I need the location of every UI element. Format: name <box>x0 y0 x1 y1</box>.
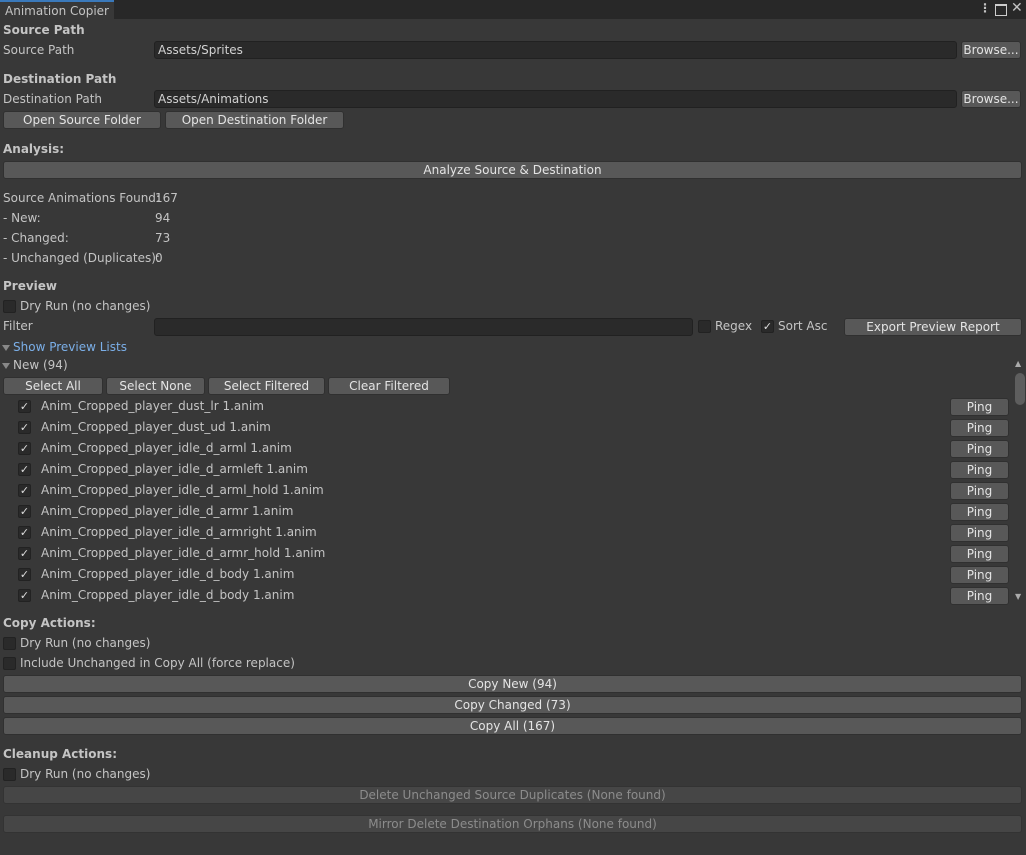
item-checkbox[interactable]: ✓ <box>18 505 31 518</box>
scrollbar-thumb[interactable] <box>1015 373 1025 405</box>
copy-dry-run-checkbox[interactable] <box>3 637 16 650</box>
ping-button[interactable]: Ping <box>950 440 1009 458</box>
stat-value: 73 <box>155 231 170 245</box>
foldout-arrow-icon[interactable] <box>2 363 10 369</box>
list-item: Anim_Cropped_player_idle_d_arml_hold 1.a… <box>41 483 324 497</box>
copy-actions-header: Copy Actions: <box>3 616 96 630</box>
stat-label: - Changed: <box>3 231 69 245</box>
source-path-input[interactable]: Assets/Sprites <box>154 41 957 59</box>
item-checkbox[interactable]: ✓ <box>18 589 31 602</box>
list-item: Anim_Cropped_player_idle_d_body 1.anim <box>41 588 294 602</box>
regex-label: Regex <box>715 319 752 333</box>
preview-header: Preview <box>3 279 57 293</box>
item-checkbox[interactable]: ✓ <box>18 547 31 560</box>
select-filtered-button[interactable]: Select Filtered <box>208 377 325 395</box>
show-preview-lists-foldout[interactable]: Show Preview Lists <box>13 340 127 354</box>
stat-label: - Unchanged (Duplicates): <box>3 251 160 265</box>
export-preview-report-button[interactable]: Export Preview Report <box>844 318 1022 336</box>
item-checkbox[interactable]: ✓ <box>18 568 31 581</box>
mirror-delete-orphans-button[interactable]: Mirror Delete Destination Orphans (None … <box>3 815 1022 833</box>
maximize-icon[interactable] <box>995 4 1007 16</box>
list-item: Anim_Cropped_player_idle_d_arml 1.anim <box>41 441 292 455</box>
item-checkbox[interactable]: ✓ <box>18 484 31 497</box>
item-checkbox[interactable]: ✓ <box>18 421 31 434</box>
destination-path-label: Destination Path <box>3 92 102 106</box>
new-group-foldout[interactable]: New (94) <box>13 358 68 372</box>
include-unchanged-label: Include Unchanged in Copy All (force rep… <box>20 656 295 670</box>
ping-button[interactable]: Ping <box>950 461 1009 479</box>
filter-input[interactable] <box>154 318 693 336</box>
item-checkbox[interactable]: ✓ <box>18 526 31 539</box>
open-destination-folder-button[interactable]: Open Destination Folder <box>165 111 344 129</box>
tab-bar <box>0 0 1026 19</box>
window-tab[interactable]: Animation Copier <box>0 0 114 19</box>
list-item: Anim_Cropped_player_dust_lr 1.anim <box>41 399 264 413</box>
copy-changed-button[interactable]: Copy Changed (73) <box>3 696 1022 714</box>
list-item: Anim_Cropped_player_idle_d_armr_hold 1.a… <box>41 546 325 560</box>
analyze-button[interactable]: Analyze Source & Destination <box>3 161 1022 179</box>
preview-dry-run-checkbox[interactable] <box>3 300 16 313</box>
kebab-icon[interactable]: ⋮ <box>979 1 991 15</box>
list-item: Anim_Cropped_player_idle_d_armleft 1.ani… <box>41 462 308 476</box>
stat-label: - New: <box>3 211 41 225</box>
stat-label: Source Animations Found: <box>3 191 160 205</box>
destination-path-header: Destination Path <box>3 72 116 86</box>
ping-button[interactable]: Ping <box>950 587 1009 605</box>
ping-button[interactable]: Ping <box>950 482 1009 500</box>
ping-button[interactable]: Ping <box>950 503 1009 521</box>
sort-asc-checkbox[interactable]: ✓ <box>761 320 774 333</box>
cleanup-actions-header: Cleanup Actions: <box>3 747 117 761</box>
destination-path-input[interactable]: Assets/Animations <box>154 90 957 108</box>
select-none-button[interactable]: Select None <box>106 377 205 395</box>
source-browse-button[interactable]: Browse... <box>961 41 1021 59</box>
clear-filtered-button[interactable]: Clear Filtered <box>328 377 450 395</box>
include-unchanged-checkbox[interactable] <box>3 657 16 670</box>
list-item: Anim_Cropped_player_idle_d_armr 1.anim <box>41 504 293 518</box>
analysis-header: Analysis: <box>3 142 64 156</box>
filter-label: Filter <box>3 319 33 333</box>
destination-browse-button[interactable]: Browse... <box>961 90 1021 108</box>
list-item: Anim_Cropped_player_idle_d_body 1.anim <box>41 567 294 581</box>
cleanup-dry-run-checkbox[interactable] <box>3 768 16 781</box>
item-checkbox[interactable]: ✓ <box>18 400 31 413</box>
scroll-down-icon[interactable]: ▼ <box>1015 592 1021 601</box>
copy-dry-run-label: Dry Run (no changes) <box>20 636 150 650</box>
close-icon[interactable]: ✕ <box>1011 0 1023 16</box>
source-path-header: Source Path <box>3 23 85 37</box>
copy-new-button[interactable]: Copy New (94) <box>3 675 1022 693</box>
stat-value: 0 <box>155 251 163 265</box>
ping-button[interactable]: Ping <box>950 566 1009 584</box>
list-item: Anim_Cropped_player_dust_ud 1.anim <box>41 420 271 434</box>
select-all-button[interactable]: Select All <box>3 377 103 395</box>
list-item: Anim_Cropped_player_idle_d_armright 1.an… <box>41 525 317 539</box>
ping-button[interactable]: Ping <box>950 545 1009 563</box>
open-source-folder-button[interactable]: Open Source Folder <box>3 111 161 129</box>
copy-all-button[interactable]: Copy All (167) <box>3 717 1022 735</box>
regex-checkbox[interactable] <box>698 320 711 333</box>
stat-value: 167 <box>155 191 178 205</box>
source-path-label: Source Path <box>3 43 74 57</box>
scroll-up-icon[interactable]: ▲ <box>1015 359 1021 368</box>
ping-button[interactable]: Ping <box>950 419 1009 437</box>
item-checkbox[interactable]: ✓ <box>18 442 31 455</box>
item-checkbox[interactable]: ✓ <box>18 463 31 476</box>
stat-value: 94 <box>155 211 170 225</box>
delete-unchanged-duplicates-button[interactable]: Delete Unchanged Source Duplicates (None… <box>3 786 1022 804</box>
foldout-arrow-icon[interactable] <box>2 345 10 351</box>
preview-dry-run-label: Dry Run (no changes) <box>20 299 150 313</box>
sort-asc-label: Sort Asc <box>778 319 827 333</box>
ping-button[interactable]: Ping <box>950 524 1009 542</box>
cleanup-dry-run-label: Dry Run (no changes) <box>20 767 150 781</box>
ping-button[interactable]: Ping <box>950 398 1009 416</box>
